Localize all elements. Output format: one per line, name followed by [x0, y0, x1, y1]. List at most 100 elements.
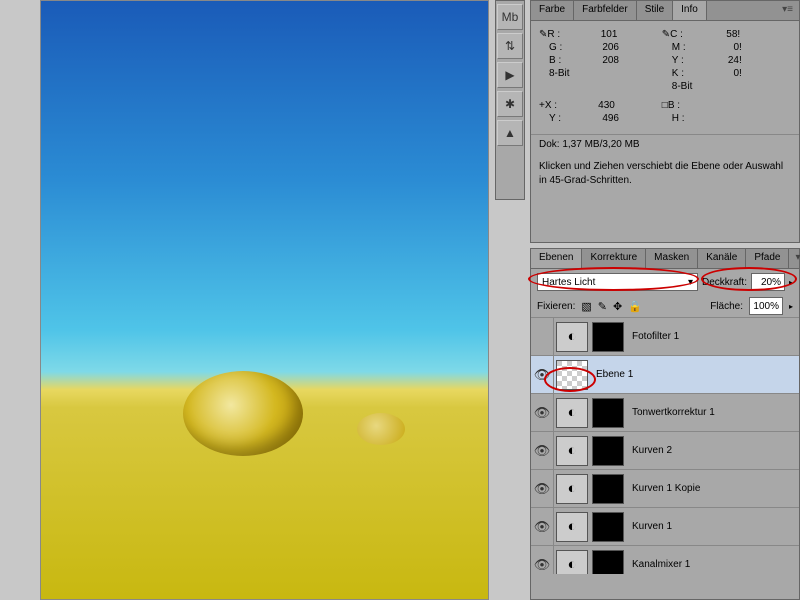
label-bw: B : [668, 100, 688, 111]
layer-thumb[interactable]: ◐ [556, 512, 588, 542]
hay-bale [183, 371, 303, 456]
visibility-toggle[interactable]: 👁 [531, 481, 553, 497]
image-canvas[interactable] [40, 0, 489, 600]
value-m: 0! [692, 42, 742, 53]
layer-mask-thumb[interactable] [592, 322, 624, 352]
value-bw [688, 100, 738, 111]
layer-thumb[interactable] [556, 360, 588, 390]
tool-play[interactable]: ▶ [497, 62, 523, 88]
lock-row: Fixieren: ▧ ✎ ✥ 🔒 Fläche: 100% ▸ [531, 295, 799, 318]
layer-name: Kurven 1 Kopie [632, 483, 700, 494]
tab-farbfelder[interactable]: Farbfelder [574, 1, 637, 20]
deckkraft-label: Deckkraft: [702, 277, 747, 288]
tool-mb[interactable]: Mb [497, 4, 523, 30]
label-k: K : [672, 68, 692, 79]
tab-kanaele[interactable]: Kanäle [698, 249, 746, 268]
tab-stile[interactable]: Stile [637, 1, 673, 20]
tab-pfade[interactable]: Pfade [746, 249, 789, 268]
label-r: R : [547, 29, 567, 40]
layer-row[interactable]: ◐ Fotofilter 1 [531, 318, 799, 356]
layer-thumb[interactable]: ◐ [556, 398, 588, 428]
opacity-value: 20% [761, 277, 781, 288]
panel-menu-icon[interactable]: ▾≡ [776, 1, 799, 20]
layer-name: Ebene 1 [596, 369, 633, 380]
chevron-down-icon[interactable]: ▸ [789, 302, 793, 311]
lock-paint-icon[interactable]: ✎ [598, 301, 607, 313]
visibility-toggle[interactable]: 👁 [531, 519, 553, 535]
fill-value: 100% [753, 301, 779, 312]
value-r: 101 [567, 29, 617, 40]
layer-row[interactable]: 👁◐ Kurven 2 [531, 432, 799, 470]
layer-name: Kurven 2 [632, 445, 672, 456]
blend-mode-select[interactable]: Hartes Licht ▾ [537, 273, 698, 291]
value-h [692, 113, 742, 124]
layers-panel: Ebenen Korrekture Masken Kanäle Pfade ▾≡… [530, 248, 800, 600]
visibility-toggle[interactable]: 👁 [531, 443, 553, 459]
layer-mask-thumb[interactable] [592, 436, 624, 466]
tab-ebenen[interactable]: Ebenen [531, 249, 582, 268]
layer-thumb[interactable]: ◐ [556, 550, 588, 575]
layer-thumb[interactable]: ◐ [556, 436, 588, 466]
label-b: B : [549, 55, 569, 66]
flaeche-label: Fläche: [710, 301, 743, 312]
label-g: G : [549, 42, 569, 53]
layer-row[interactable]: 👁◐Kanalmixer 1 [531, 546, 799, 574]
value-c: 58! [690, 29, 740, 40]
layer-mask-thumb[interactable] [592, 474, 624, 504]
label-ypos: Y : [549, 113, 569, 124]
label-h: H : [672, 113, 692, 124]
tool-wheel[interactable]: ✱ [497, 91, 523, 117]
layer-name: Fotofilter 1 [632, 331, 679, 342]
eyedropper-icon: ✎ [539, 29, 547, 40]
blend-row: Hartes Licht ▾ Deckkraft: 20% ▸ [531, 269, 799, 295]
layer-row[interactable]: 👁◐ Tonwertkorrektur 1 [531, 394, 799, 432]
tool-align[interactable]: ⇅ [497, 33, 523, 59]
layer-thumb[interactable]: ◐ [556, 322, 588, 352]
tab-korrektur[interactable]: Korrekture [582, 249, 646, 268]
lock-move-icon[interactable]: ✥ [613, 301, 622, 313]
layer-mask-thumb[interactable] [592, 512, 624, 542]
panel-menu-icon[interactable]: ▾≡ [789, 249, 800, 268]
hay-bale-small [357, 413, 405, 445]
tab-farbe[interactable]: Farbe [531, 1, 574, 20]
layer-mask-thumb[interactable] [592, 398, 624, 428]
fixieren-label: Fixieren: [537, 301, 575, 312]
chevron-down-icon[interactable]: ▸ [789, 278, 793, 287]
layer-row[interactable]: 👁◐ Kurven 1 [531, 508, 799, 546]
info-content: ✎R :101 G :206 B :208 8-Bit ✎C :58! M :0… [531, 21, 799, 134]
bits-right: 8-Bit [672, 81, 693, 92]
layer-list[interactable]: ◐Fotofilter 1👁Ebene 1👁◐Tonwertkorrektur … [531, 318, 799, 574]
layer-row[interactable]: 👁◐ Kurven 1 Kopie [531, 470, 799, 508]
value-y: 24! [692, 55, 742, 66]
blend-mode-value: Hartes Licht [542, 277, 595, 288]
lock-all-icon[interactable]: 🔒 [628, 301, 642, 313]
info-hint: Klicken und Ziehen verschiebt die Ebene … [531, 154, 799, 194]
fill-input[interactable]: 100% [749, 297, 783, 315]
value-b: 208 [569, 55, 619, 66]
bits-left: 8-Bit [549, 68, 570, 79]
label-x: X : [545, 100, 565, 111]
layers-tabbar: Ebenen Korrekture Masken Kanäle Pfade ▾≡ [531, 249, 799, 269]
chevron-down-icon: ▾ [688, 277, 693, 288]
layer-row[interactable]: 👁 Ebene 1 [531, 356, 799, 394]
tab-info[interactable]: Info [673, 1, 707, 20]
layer-name: Tonwertkorrektur 1 [632, 407, 715, 418]
eyedropper-icon: ✎ [662, 29, 670, 40]
label-y: Y : [672, 55, 692, 66]
value-k: 0! [692, 68, 742, 79]
layer-name: Kurven 1 [632, 521, 672, 532]
lock-transparent-icon[interactable]: ▧ [581, 301, 591, 313]
layer-mask-thumb[interactable] [592, 550, 624, 575]
doc-size: Dok: 1,37 MB/3,20 MB [531, 134, 799, 154]
layer-thumb[interactable]: ◐ [556, 474, 588, 504]
tab-masken[interactable]: Masken [646, 249, 698, 268]
label-c: C : [670, 29, 690, 40]
opacity-input[interactable]: 20% [751, 273, 785, 291]
tool-hist[interactable]: ▲ [497, 120, 523, 146]
info-panel: Farbe Farbfelder Stile Info ▾≡ ✎R :101 G… [530, 0, 800, 243]
visibility-toggle[interactable]: 👁 [531, 557, 553, 573]
visibility-toggle[interactable]: 👁 [531, 367, 553, 383]
visibility-toggle[interactable]: 👁 [531, 405, 553, 421]
value-x: 430 [565, 100, 615, 111]
value-ypos: 496 [569, 113, 619, 124]
